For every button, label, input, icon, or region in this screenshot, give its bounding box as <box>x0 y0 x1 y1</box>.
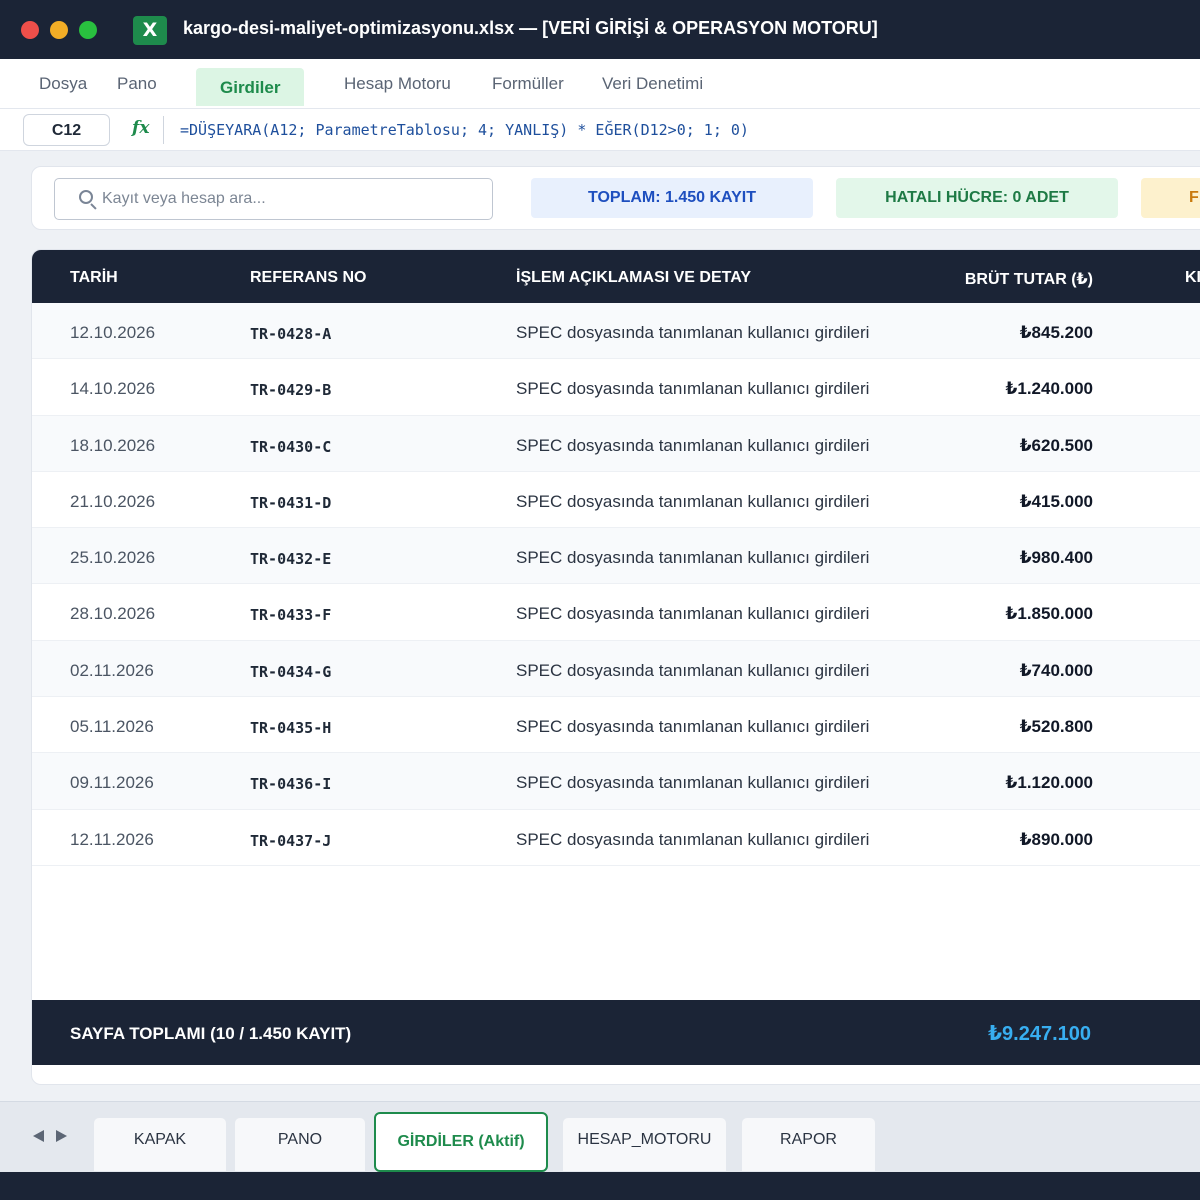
cell-gross-amount[interactable]: ₺845.200 <box>1020 323 1093 343</box>
cell-gross-amount[interactable]: ₺1.120.000 <box>1006 773 1093 793</box>
table-row[interactable]: 18.10.2026 TR-0430-C SPEC dosyasında tanım… <box>32 415 1200 472</box>
cell-date[interactable]: 18.10.2026 <box>70 436 155 456</box>
menu-dosya[interactable]: Dosya <box>39 74 87 94</box>
menu-hesap-motoru[interactable]: Hesap Motoru <box>344 74 451 94</box>
sheet-tab-rapor[interactable]: RAPOR <box>742 1118 875 1171</box>
cell-description[interactable]: SPEC dosyasında tanımlanan kullanıcı gir… <box>516 773 869 793</box>
search-input[interactable] <box>102 179 482 219</box>
cell-reference-box[interactable]: C12 <box>23 114 110 146</box>
page-total-label: SAYFA TOPLAMI (10 / 1.450 KAYIT) <box>70 1024 352 1043</box>
cell-ref-no[interactable]: TR-0429-B <box>250 381 331 399</box>
column-header-cut[interactable]: KI <box>1185 269 1200 287</box>
cell-ref-no[interactable]: TR-0434-G <box>250 663 331 681</box>
sheet-tab-pano[interactable]: PANO <box>235 1118 365 1171</box>
table-body: 12.10.2026 TR-0428-A SPEC dosyasında tanım… <box>32 303 1200 866</box>
data-table: TARİH REFERANS NO İŞLEM AÇIKLAMASI VE DE… <box>31 249 1200 1085</box>
search-box[interactable] <box>54 178 493 220</box>
page-total-value: ₺9.247.100 <box>988 1023 1091 1045</box>
cell-ref-no[interactable]: TR-0433-F <box>250 606 331 624</box>
menu-veri-denetimi[interactable]: Veri Denetimi <box>602 74 703 94</box>
workspace: TOPLAM: 1.450 KAYIT HATALI HÜCRE: 0 ADET… <box>0 151 1200 1101</box>
cell-ref-no[interactable]: TR-0431-D <box>250 494 331 512</box>
close-window-button[interactable] <box>21 21 39 39</box>
cell-gross-amount[interactable]: ₺980.400 <box>1020 548 1093 568</box>
table-row[interactable]: 02.11.2026 TR-0434-G SPEC dosyasında tanım… <box>32 640 1200 698</box>
cell-ref-no[interactable]: TR-0432-E <box>250 550 331 568</box>
error-cells-badge: HATALI HÜCRE: 0 ADET <box>836 178 1118 218</box>
cell-ref-no[interactable]: TR-0437-J <box>250 832 331 850</box>
excel-app-icon: X <box>133 16 167 45</box>
table-row[interactable]: 25.10.2026 TR-0432-E SPEC dosyasında tanım… <box>32 528 1200 585</box>
menu-girdiler[interactable]: Girdiler <box>196 68 305 106</box>
cell-date[interactable]: 09.11.2026 <box>70 773 154 793</box>
formula-input[interactable]: =DÜŞEYARA(A12; ParametreTablosu; 4; YANL… <box>180 121 749 139</box>
cell-description[interactable]: SPEC dosyasında tanımlanan kullanıcı gir… <box>516 492 869 512</box>
third-badge: F <box>1141 178 1200 218</box>
search-icon <box>79 190 93 204</box>
column-header-ref[interactable]: REFERANS NO <box>250 269 366 287</box>
table-row[interactable]: 28.10.2026 TR-0433-F SPEC dosyasında tanım… <box>32 584 1200 641</box>
cell-description[interactable]: SPEC dosyasında tanımlanan kullanıcı gir… <box>516 830 869 850</box>
cell-gross-amount[interactable]: ₺415.000 <box>1020 492 1093 512</box>
menu-formuller[interactable]: Formüller <box>492 74 564 94</box>
fx-icon[interactable]: fx <box>132 118 149 138</box>
table-row[interactable]: 14.10.2026 TR-0429-B SPEC dosyasında tanım… <box>32 359 1200 416</box>
table-header: TARİH REFERANS NO İŞLEM AÇIKLAMASI VE DE… <box>32 250 1200 303</box>
cell-ref-no[interactable]: TR-0428-A <box>250 325 331 343</box>
status-strip <box>0 1172 1200 1200</box>
formula-bar: C12 fx =DÜŞEYARA(A12; ParametreTablosu; … <box>0 109 1200 151</box>
table-row[interactable]: 12.10.2026 TR-0428-A SPEC dosyasında tanım… <box>32 303 1200 360</box>
table-footer: SAYFA TOPLAMI (10 / 1.450 KAYIT) ₺9.247.… <box>32 1000 1200 1065</box>
sheet-tab-hesap-motoru[interactable]: HESAP_MOTORU <box>563 1118 726 1171</box>
table-row[interactable]: 21.10.2026 TR-0431-D SPEC dosyasında tanım… <box>32 471 1200 529</box>
column-header-date[interactable]: TARİH <box>70 269 118 287</box>
cell-description[interactable]: SPEC dosyasında tanımlanan kullanıcı gir… <box>516 436 869 456</box>
cell-date[interactable]: 25.10.2026 <box>70 548 155 568</box>
cell-ref-no[interactable]: TR-0435-H <box>250 719 331 737</box>
prev-sheet-icon[interactable] <box>33 1130 44 1142</box>
cell-description[interactable]: SPEC dosyasında tanımlanan kullanıcı gir… <box>516 323 869 343</box>
cell-date[interactable]: 12.11.2026 <box>70 830 154 850</box>
cell-date[interactable]: 21.10.2026 <box>70 492 155 512</box>
formula-separator <box>163 116 164 144</box>
cell-description[interactable]: SPEC dosyasında tanımlanan kullanıcı gir… <box>516 548 869 568</box>
minimize-window-button[interactable] <box>50 21 68 39</box>
cell-date[interactable]: 14.10.2026 <box>70 379 155 399</box>
total-records-badge: TOPLAM: 1.450 KAYIT <box>531 178 813 218</box>
cell-gross-amount[interactable]: ₺890.000 <box>1020 830 1093 850</box>
sheet-tab-girdiler[interactable]: GİRDİLER (Aktif) <box>374 1112 548 1172</box>
cell-gross-amount[interactable]: ₺1.850.000 <box>1006 604 1093 624</box>
cell-gross-amount[interactable]: ₺1.240.000 <box>1006 379 1093 399</box>
ribbon-menu: Dosya Pano Girdiler Hesap Motoru Formüll… <box>0 59 1200 109</box>
cell-ref-no[interactable]: TR-0430-C <box>250 438 331 456</box>
column-header-gross-amount[interactable]: BRÜT TUTAR (₺) <box>965 269 1093 289</box>
table-row[interactable]: 09.11.2026 TR-0436-I SPEC dosyasında tanım… <box>32 753 1200 810</box>
cell-description[interactable]: SPEC dosyasında tanımlanan kullanıcı gir… <box>516 661 869 681</box>
cell-ref-no[interactable]: TR-0436-I <box>250 775 331 793</box>
cell-description[interactable]: SPEC dosyasında tanımlanan kullanıcı gir… <box>516 604 869 624</box>
cell-gross-amount[interactable]: ₺520.800 <box>1020 717 1093 737</box>
cell-date[interactable]: 12.10.2026 <box>70 323 155 343</box>
sheet-tab-kapak[interactable]: KAPAK <box>94 1118 226 1171</box>
maximize-window-button[interactable] <box>79 21 97 39</box>
cell-gross-amount[interactable]: ₺620.500 <box>1020 436 1093 456</box>
cell-description[interactable]: SPEC dosyasında tanımlanan kullanıcı gir… <box>516 717 869 737</box>
cell-gross-amount[interactable]: ₺740.000 <box>1020 661 1093 681</box>
column-header-description[interactable]: İŞLEM AÇIKLAMASI VE DETAY <box>516 269 751 287</box>
cell-date[interactable]: 02.11.2026 <box>70 661 154 681</box>
table-row[interactable]: 12.11.2026 TR-0437-J SPEC dosyasında tanım… <box>32 809 1200 866</box>
cell-date[interactable]: 05.11.2026 <box>70 717 154 737</box>
search-toolbar: TOPLAM: 1.450 KAYIT HATALI HÜCRE: 0 ADET… <box>31 166 1200 230</box>
sheet-tab-bar: KAPAK PANO GİRDİLER (Aktif) HESAP_MOTORU… <box>0 1101 1200 1172</box>
next-sheet-icon[interactable] <box>56 1130 67 1142</box>
window-title: kargo-desi-maliyet-optimizasyonu.xlsx — … <box>183 18 878 38</box>
table-row[interactable]: 05.11.2026 TR-0435-H SPEC dosyasında tanım… <box>32 697 1200 754</box>
cell-description[interactable]: SPEC dosyasında tanımlanan kullanıcı gir… <box>516 379 869 399</box>
menu-pano[interactable]: Pano <box>117 74 157 94</box>
title-bar: X kargo-desi-maliyet-optimizasyonu.xlsx … <box>0 0 1200 59</box>
cell-date[interactable]: 28.10.2026 <box>70 604 155 624</box>
